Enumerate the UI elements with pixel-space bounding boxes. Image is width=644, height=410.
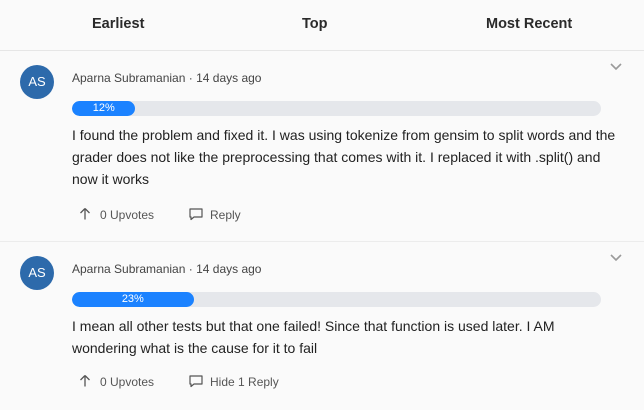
sort-tabs: Earliest Top Most Recent	[0, 0, 644, 51]
post-meta: Aparna Subramanian · 14 days ago	[72, 71, 261, 85]
meta-separator: ·	[185, 71, 197, 85]
progress-label: 23%	[121, 293, 144, 305]
progress-label: 12%	[92, 102, 115, 114]
post-body: I found the problem and fixed it. I was …	[72, 127, 616, 187]
reply-bubble-icon	[189, 375, 203, 388]
tab-most-recent[interactable]: Most Recent	[486, 16, 572, 32]
progress-bar: 23%	[72, 292, 601, 307]
meta-separator: ·	[185, 262, 197, 276]
post-time: 14 days ago	[196, 71, 262, 85]
post-meta: Aparna Subramanian · 14 days ago	[72, 262, 261, 276]
comment-post: AS Aparna Subramanian · 14 days ago 23% …	[0, 242, 644, 410]
post-body: I mean all other tests but that one fail…	[72, 318, 555, 356]
chevron-down-icon[interactable]	[609, 253, 623, 263]
post-time: 14 days ago	[196, 262, 262, 276]
author-name[interactable]: Aparna Subramanian	[72, 71, 185, 85]
author-name[interactable]: Aparna Subramanian	[72, 262, 185, 276]
upvote-count: 0 Upvotes	[100, 208, 155, 222]
upvote-arrow-icon	[80, 375, 90, 387]
reply-label: Reply	[210, 208, 241, 222]
progress-bar: 12%	[72, 101, 601, 116]
avatar[interactable]: AS	[20, 256, 54, 290]
tab-top[interactable]: Top	[302, 16, 328, 32]
hide-replies-label: Hide 1 Reply	[210, 375, 279, 389]
reply-bubble-icon	[189, 208, 203, 221]
avatar[interactable]: AS	[20, 65, 54, 99]
chevron-down-icon[interactable]	[609, 62, 623, 72]
tab-earliest[interactable]: Earliest	[92, 16, 144, 32]
upvote-arrow-icon	[80, 208, 90, 220]
comment-post: AS Aparna Subramanian · 14 days ago 12% …	[0, 51, 644, 242]
upvote-count: 0 Upvotes	[100, 375, 155, 389]
